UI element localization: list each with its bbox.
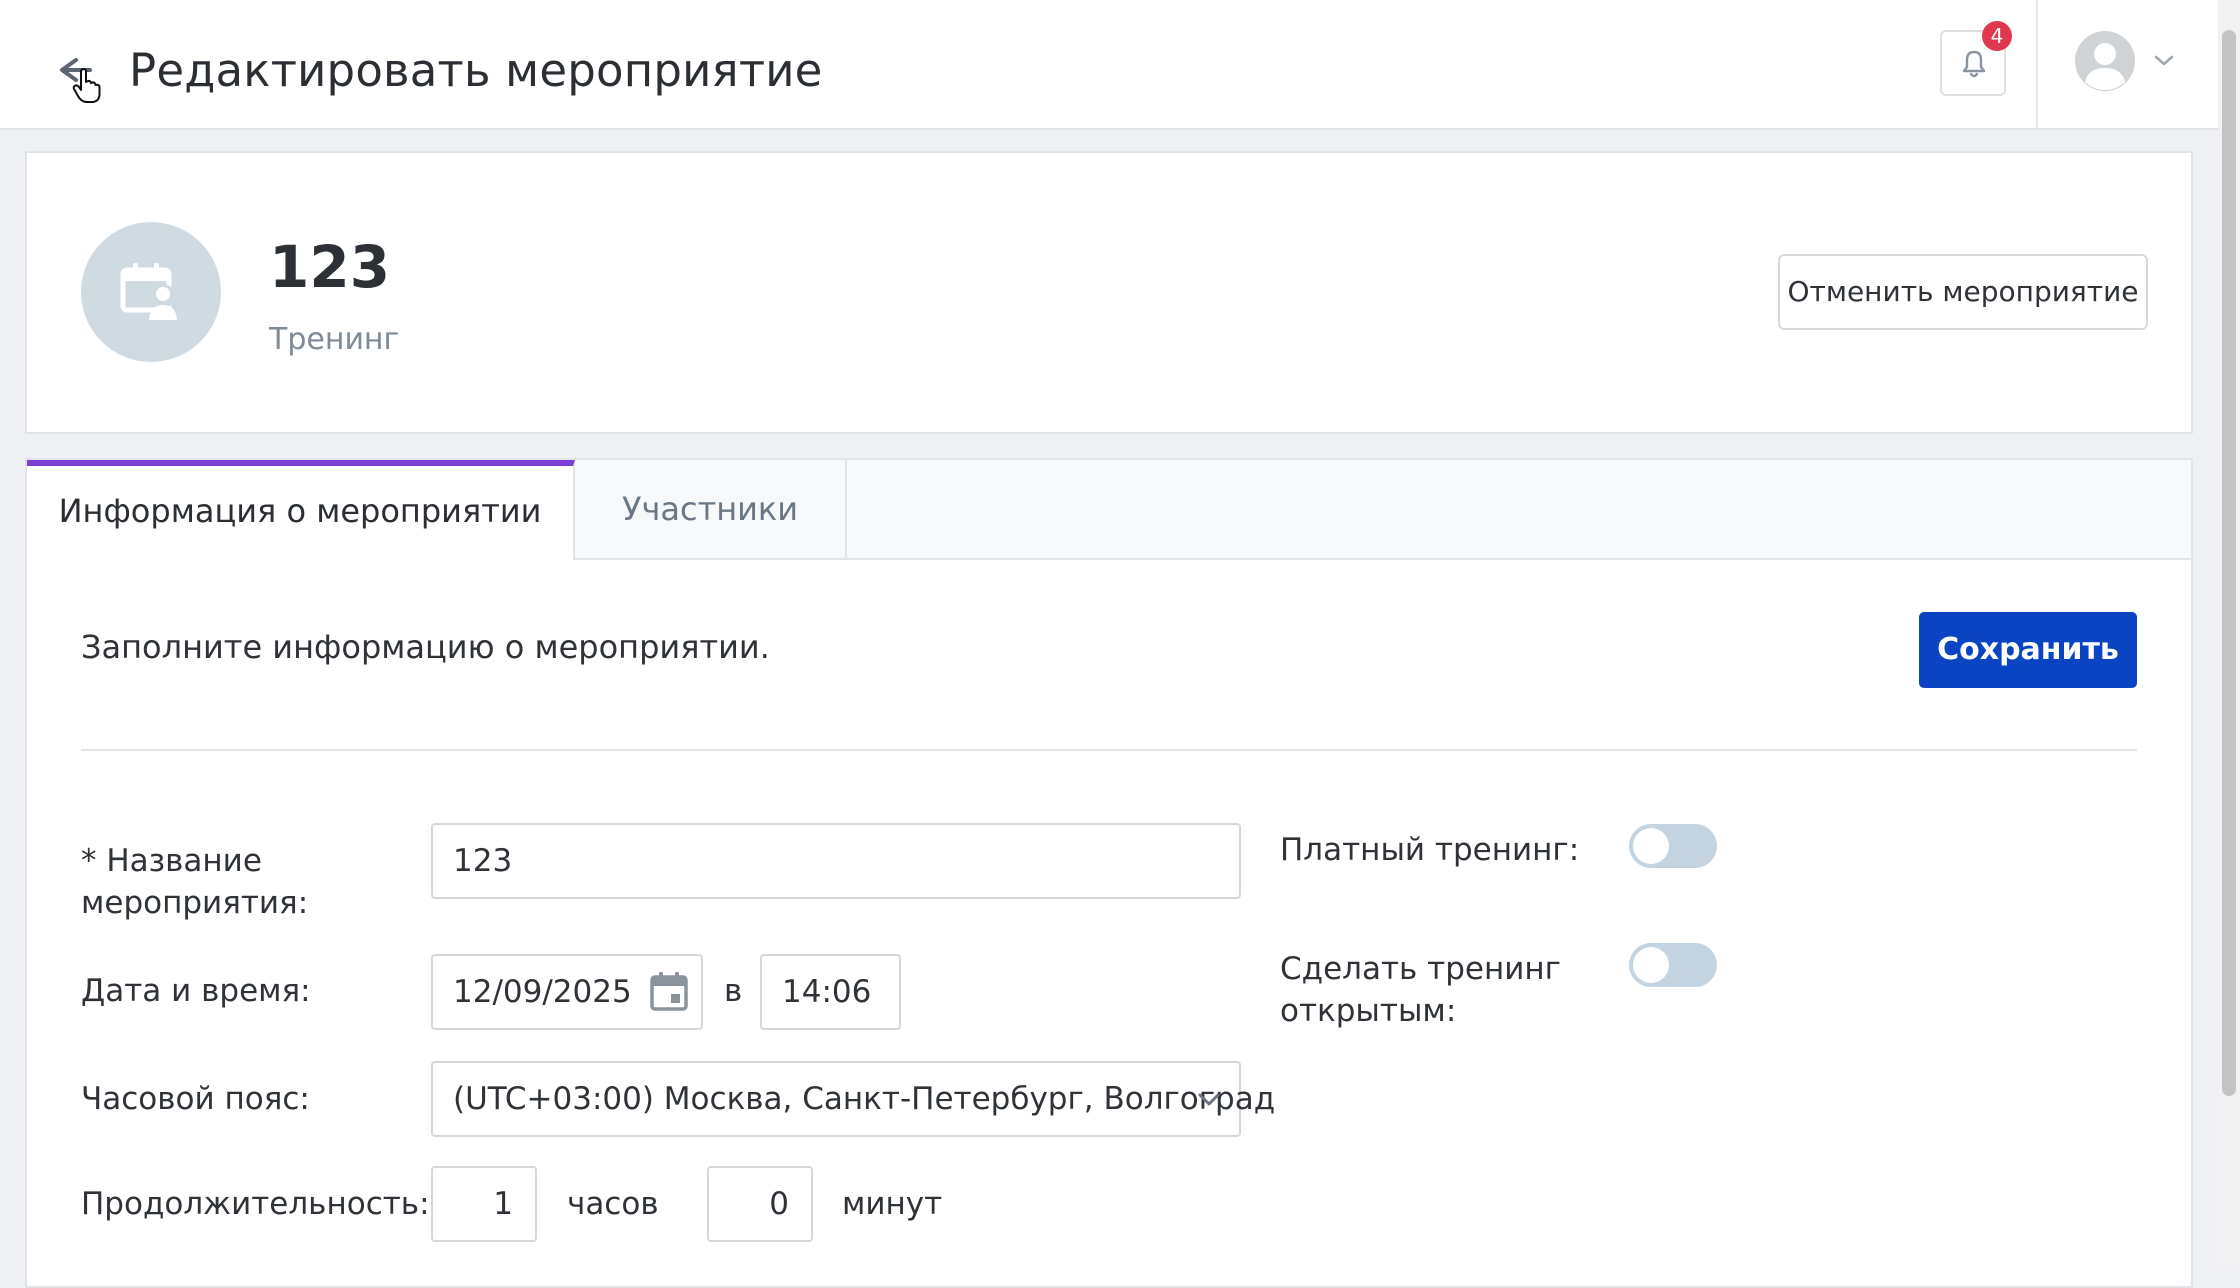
open-training-label-line1: Сделать тренинг — [1280, 951, 1561, 987]
toggle-knob — [1633, 828, 1669, 864]
event-name-label-line2: мероприятия: — [81, 885, 309, 921]
toggle-knob — [1633, 947, 1669, 983]
time-input[interactable]: 14:06 — [760, 954, 901, 1030]
minutes-input-value: 0 — [769, 1186, 789, 1222]
event-name-input[interactable]: 123 — [431, 823, 1241, 899]
user-avatar-icon — [2075, 31, 2135, 91]
tab-participants[interactable]: Участники — [575, 460, 847, 558]
user-menu[interactable] — [2074, 28, 2178, 94]
hours-label: часов — [567, 1186, 659, 1222]
page-scrollbar[interactable] — [2218, 0, 2240, 1267]
calendar-icon[interactable] — [649, 971, 689, 1013]
open-training-label-line2: открытым: — [1280, 993, 1457, 1029]
paid-training-label: Платный тренинг: — [1280, 832, 1580, 868]
duration-label: Продолжительность: — [81, 1186, 430, 1222]
paid-training-toggle[interactable] — [1629, 824, 1717, 868]
open-training-toggle[interactable] — [1629, 943, 1717, 987]
event-form-card: Информация о мероприятии Участники Запол… — [25, 458, 2193, 1288]
event-name-label-line1: * Название — [81, 843, 262, 879]
date-input-value: 12/09/2025 — [453, 974, 632, 1010]
section-divider — [81, 749, 2137, 751]
header-divider — [2036, 0, 2038, 128]
datetime-label: Дата и время: — [81, 973, 311, 1009]
notification-count-badge: 4 — [1982, 21, 2012, 51]
date-input[interactable]: 12/09/2025 — [431, 954, 703, 1030]
event-name-input-value: 123 — [453, 843, 513, 879]
open-training-label: Сделать тренинг открытым: — [1280, 948, 1561, 1032]
minutes-label: минут — [842, 1186, 943, 1222]
cursor-hand-icon — [72, 68, 101, 103]
timezone-select[interactable]: (UTC+03:00) Москва, Санкт-Петербург, Вол… — [431, 1061, 1275, 1137]
tabs-bar: Информация о мероприятии Участники — [27, 460, 2191, 560]
timezone-label: Часовой пояс: — [81, 1081, 310, 1117]
tab-event-info[interactable]: Информация о мероприятии — [27, 460, 575, 560]
page-title: Редактировать мероприятие — [129, 44, 823, 97]
back-button[interactable] — [54, 50, 101, 103]
event-type: Тренинг — [269, 322, 400, 357]
hours-input-value: 1 — [493, 1186, 513, 1222]
event-name: 123 — [269, 233, 391, 301]
timezone-select-value: (UTC+03:00) Москва, Санкт-Петербург, Вол… — [453, 1081, 1276, 1117]
event-name-label: * Название мероприятия: — [81, 840, 308, 924]
cancel-event-button[interactable]: Отменить мероприятие — [1778, 254, 2148, 330]
hours-input[interactable]: 1 — [431, 1166, 537, 1242]
calendar-user-icon — [120, 263, 177, 320]
at-label: в — [724, 973, 743, 1009]
chevron-down-icon — [1198, 1093, 1220, 1106]
save-button[interactable]: Сохранить — [1919, 612, 2137, 688]
form-intro-text: Заполните информацию о мероприятии. — [81, 628, 770, 666]
event-avatar — [81, 222, 221, 362]
scrollbar-thumb[interactable] — [2222, 30, 2236, 1096]
minutes-input[interactable]: 0 — [707, 1166, 813, 1242]
top-bar: Редактировать мероприятие 4 — [0, 0, 2218, 130]
time-input-value: 14:06 — [782, 974, 872, 1010]
chevron-down-icon — [2154, 55, 2174, 66]
bell-icon — [1962, 50, 1986, 78]
event-header-card: 123 Тренинг Отменить мероприятие — [25, 151, 2193, 434]
